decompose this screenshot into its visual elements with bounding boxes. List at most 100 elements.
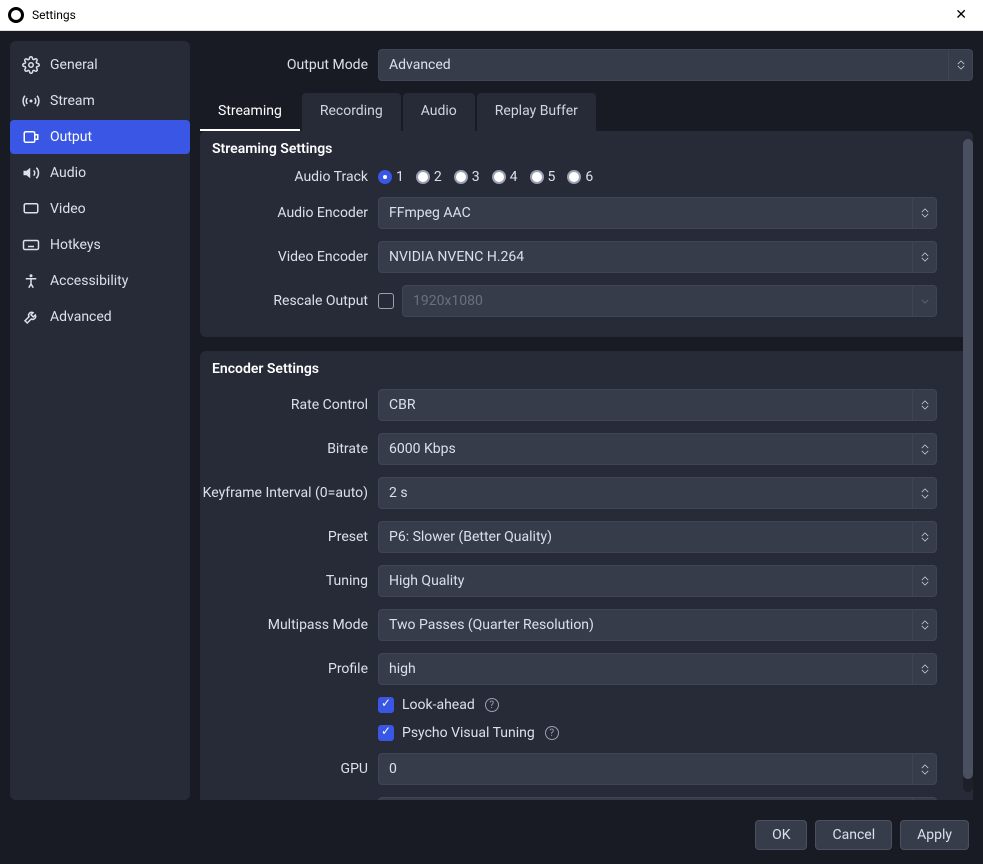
preset-row: Preset P6: Slower (Better Quality): [200, 515, 973, 559]
rate-control-select[interactable]: CBR: [378, 389, 937, 421]
scrollbar-thumb[interactable]: [963, 139, 973, 779]
updown-icon: [912, 566, 936, 596]
profile-row: Profile high: [200, 647, 973, 691]
sidebar-item-accessibility[interactable]: Accessibility: [10, 264, 190, 298]
audio-track-1[interactable]: 1: [378, 169, 404, 185]
audio-encoder-label: Audio Encoder: [200, 205, 378, 221]
gpu-row: GPU 0: [200, 747, 973, 791]
updown-icon: [912, 654, 936, 684]
updown-icon: [912, 610, 936, 640]
updown-icon: [912, 522, 936, 552]
sidebar-item-label: Advanced: [50, 309, 112, 325]
look-ahead-checkbox[interactable]: [378, 697, 394, 713]
updown-icon: [912, 390, 936, 420]
sidebar-item-hotkeys[interactable]: Hotkeys: [10, 228, 190, 262]
speaker-icon: [22, 164, 40, 182]
help-icon[interactable]: ?: [485, 698, 499, 712]
cancel-button[interactable]: Cancel: [815, 820, 892, 850]
updown-icon: [912, 198, 936, 228]
rescale-output-checkbox[interactable]: [378, 293, 394, 309]
bitrate-input[interactable]: 6000 Kbps: [378, 433, 937, 465]
panel-wrap: Streaming Settings Audio Track 1 2 3 4 5…: [200, 131, 973, 800]
close-button[interactable]: ✕: [949, 5, 973, 25]
sidebar-item-general[interactable]: General: [10, 48, 190, 82]
preset-select[interactable]: P6: Slower (Better Quality): [378, 521, 937, 553]
app-body: General Stream Output Audio Video Hotkey…: [0, 31, 983, 864]
spinner-icon[interactable]: [912, 434, 936, 464]
sidebar-item-stream[interactable]: Stream: [10, 84, 190, 118]
monitor-icon: [22, 200, 40, 218]
sidebar-item-label: General: [50, 57, 98, 73]
chevron-down-icon: [912, 286, 936, 316]
gpu-input[interactable]: 0: [378, 753, 937, 785]
output-mode-row: Output Mode Advanced: [200, 41, 973, 93]
apply-button[interactable]: Apply: [900, 820, 969, 850]
audio-encoder-row: Audio Encoder FFmpeg AAC: [200, 191, 973, 235]
streaming-settings-title: Streaming Settings: [200, 131, 973, 163]
spinner-icon[interactable]: [912, 798, 936, 800]
look-ahead-label: Look-ahead: [402, 697, 475, 713]
multipass-row: Multipass Mode Two Passes (Quarter Resol…: [200, 603, 973, 647]
updown-icon: [948, 50, 972, 80]
tabs: Streaming Recording Audio Replay Buffer: [200, 93, 973, 131]
tab-recording[interactable]: Recording: [302, 93, 401, 131]
output-icon: [22, 128, 40, 146]
sidebar-item-video[interactable]: Video: [10, 192, 190, 226]
app-icon: [8, 7, 24, 23]
spinner-icon[interactable]: [912, 754, 936, 784]
look-ahead-row: Look-ahead ?: [200, 691, 973, 719]
sidebar-item-advanced[interactable]: Advanced: [10, 300, 190, 334]
output-mode-select[interactable]: Advanced: [378, 49, 973, 81]
tab-replay-buffer[interactable]: Replay Buffer: [477, 93, 596, 131]
tools-icon: [22, 308, 40, 326]
keyboard-icon: [22, 236, 40, 254]
output-mode-label: Output Mode: [200, 57, 378, 73]
spinner-icon[interactable]: [912, 478, 936, 508]
sidebar: General Stream Output Audio Video Hotkey…: [10, 41, 190, 800]
main-area: General Stream Output Audio Video Hotkey…: [0, 31, 983, 810]
tuning-select[interactable]: High Quality: [378, 565, 937, 597]
audio-track-2[interactable]: 2: [416, 169, 442, 185]
rescale-output-select[interactable]: 1920x1080: [402, 285, 937, 317]
sidebar-item-label: Hotkeys: [50, 237, 101, 253]
psycho-visual-label: Psycho Visual Tuning: [402, 725, 535, 741]
video-encoder-select[interactable]: NVIDIA NVENC H.264: [378, 241, 937, 273]
window-title: Settings: [32, 8, 76, 22]
panel-scroll[interactable]: Streaming Settings Audio Track 1 2 3 4 5…: [200, 131, 973, 800]
audio-track-5[interactable]: 5: [530, 169, 556, 185]
audio-track-6[interactable]: 6: [567, 169, 593, 185]
accessibility-icon: [22, 272, 40, 290]
audio-encoder-select[interactable]: FFmpeg AAC: [378, 197, 937, 229]
audio-track-label: Audio Track: [200, 169, 378, 185]
audio-track-4[interactable]: 4: [492, 169, 518, 185]
bitrate-row: Bitrate 6000 Kbps: [200, 427, 973, 471]
tab-audio[interactable]: Audio: [403, 93, 475, 131]
help-icon[interactable]: ?: [545, 726, 559, 740]
multipass-select[interactable]: Two Passes (Quarter Resolution): [378, 609, 937, 641]
sidebar-item-label: Stream: [50, 93, 95, 109]
sidebar-item-label: Video: [50, 201, 86, 217]
streaming-settings-group: Streaming Settings Audio Track 1 2 3 4 5…: [200, 131, 973, 337]
tab-streaming[interactable]: Streaming: [200, 93, 300, 131]
sidebar-item-output[interactable]: Output: [10, 120, 190, 154]
sidebar-item-label: Output: [50, 129, 92, 145]
max-bframes-input[interactable]: 2: [378, 797, 937, 800]
footer: OK Cancel Apply: [0, 810, 983, 864]
rescale-output-label: Rescale Output: [200, 293, 378, 309]
keyframe-interval-row: Keyframe Interval (0=auto) 2 s: [200, 471, 973, 515]
audio-track-3[interactable]: 3: [454, 169, 480, 185]
rescale-output-row: Rescale Output 1920x1080: [200, 279, 973, 323]
keyframe-interval-input[interactable]: 2 s: [378, 477, 937, 509]
sidebar-item-label: Audio: [50, 165, 86, 181]
broadcast-icon: [22, 92, 40, 110]
sidebar-item-audio[interactable]: Audio: [10, 156, 190, 190]
output-mode-value: Advanced: [389, 57, 451, 73]
psycho-visual-checkbox[interactable]: [378, 725, 394, 741]
updown-icon: [912, 242, 936, 272]
psycho-visual-row: Psycho Visual Tuning ?: [200, 719, 973, 747]
profile-select[interactable]: high: [378, 653, 937, 685]
titlebar: Settings ✕: [0, 0, 983, 31]
ok-button[interactable]: OK: [755, 820, 807, 850]
sidebar-item-label: Accessibility: [50, 273, 128, 289]
rate-control-row: Rate Control CBR: [200, 383, 973, 427]
